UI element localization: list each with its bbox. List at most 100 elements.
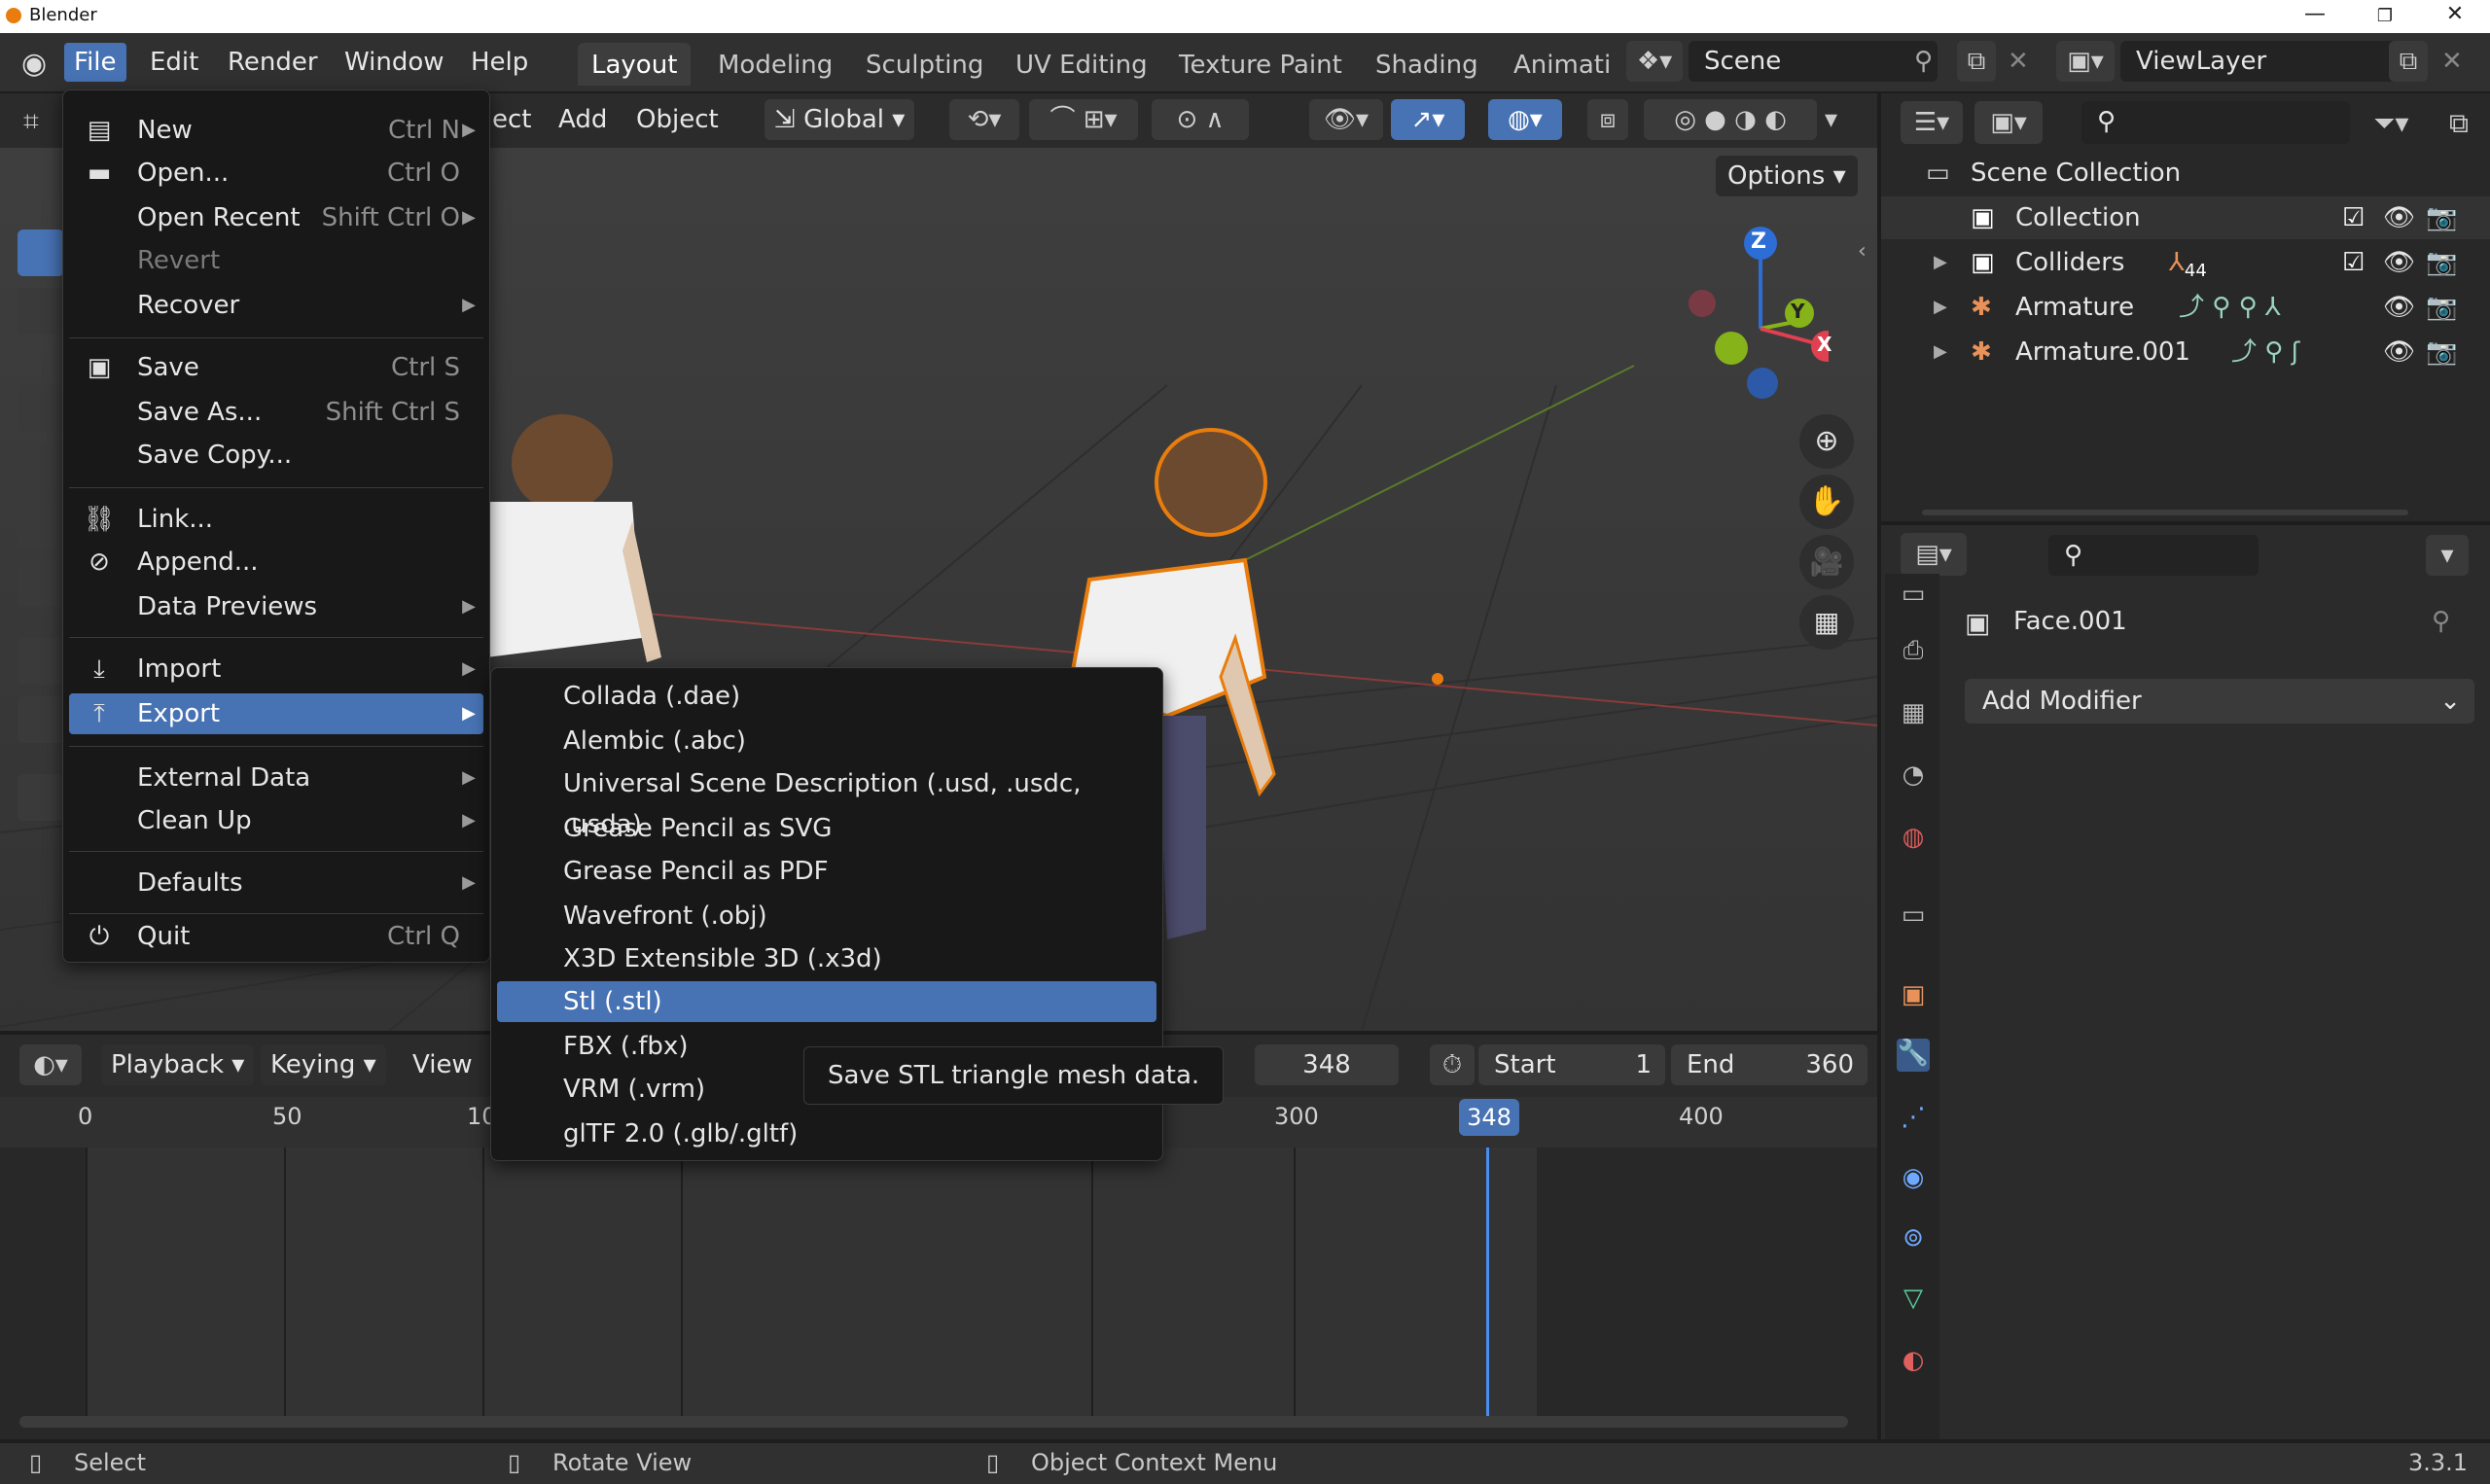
outliner-scene-collection[interactable]: ▭ Scene Collection [1881,152,2490,194]
export-item-stl[interactable]: Stl (.stl) [497,981,1156,1022]
gizmo-toggle-icon[interactable]: ↗▾ [1391,99,1465,140]
render-tab-icon[interactable]: ⎙ [1897,636,1930,669]
display-mode-icon[interactable]: ☰▾ [1901,101,1963,144]
camera-icon[interactable]: 🎥 [1799,535,1854,589]
zoom-icon[interactable]: ⊕ [1799,414,1854,469]
properties-options-icon[interactable]: ▾ [2426,535,2469,576]
export-item-wavefront[interactable]: Wavefront (.obj) [497,896,1156,936]
snap-icon[interactable]: ⌒ ⊞▾ [1029,99,1138,140]
delete-view-layer-icon[interactable]: ✕ [2441,47,2463,76]
menu-file[interactable]: File [64,43,126,82]
menu-item-data-previews[interactable]: Data Previews ▶ [69,586,483,627]
menu-render[interactable]: Render [218,43,328,82]
view-menu[interactable]: View [403,1044,482,1085]
shading-dropdown-icon[interactable]: ▾ [1825,105,1837,134]
viewport-menu-object-partial[interactable]: ect [482,99,542,140]
add-cube-tool[interactable] [18,774,64,821]
particles-tab-icon[interactable]: ⋰ [1897,1103,1930,1136]
export-item-collada[interactable]: Collada (.dae) [497,676,1156,717]
maximize-button[interactable]: ❐ [2366,6,2404,35]
menu-item-save[interactable]: ▣ Save Ctrl S [69,347,483,388]
menu-item-clean-up[interactable]: Clean Up ▶ [69,800,483,841]
checkbox-icon[interactable]: ☑ [2342,241,2365,284]
outliner-scrollbar[interactable] [1922,510,2408,515]
menu-item-save-copy[interactable]: Save Copy... [69,435,483,476]
transform-tool[interactable] [18,560,64,607]
shading-mode-icons[interactable]: ◎ ● ◑ ◐ [1644,99,1817,140]
close-window-button[interactable]: ✕ [2436,2,2474,31]
output-tab-icon[interactable]: ▦ [1897,698,1930,731]
eye-icon[interactable]: 👁 [2383,196,2415,239]
annotate-tool[interactable] [18,638,64,685]
export-item-alembic[interactable]: Alembic (.abc) [497,721,1156,761]
export-item-grease-pencil-svg[interactable]: Grease Pencil as SVG [497,808,1156,849]
scene-tab-icon[interactable]: ◔ [1897,760,1930,794]
sidebar-toggle-icon[interactable]: ‹ [1858,239,1867,264]
menu-item-external-data[interactable]: External Data ▶ [69,758,483,798]
menu-window[interactable]: Window [335,43,454,82]
view-layer-field[interactable]: ViewLayer [2120,41,2399,82]
scene-selector-icon[interactable]: ❖▾ [1626,41,1683,82]
expand-arrow-icon[interactable]: ▶ [1934,241,1947,284]
menu-item-export[interactable]: ⤒ Export ▶ [69,693,483,734]
checkbox-icon[interactable]: ☑ [2342,196,2365,239]
viewport-menu-add[interactable]: Add [549,99,617,140]
grid-perspective-icon[interactable]: ▦ [1799,595,1854,650]
menu-item-save-as[interactable]: Save As... Shift Ctrl S [69,392,483,433]
keying-menu[interactable]: Keying ▾ [261,1044,386,1085]
editor-type-icon[interactable]: ⌗ [23,105,39,138]
scene-name-field[interactable]: Scene [1689,41,1938,82]
modifier-wrench-tab-icon[interactable]: 🔧 [1897,1039,1930,1072]
delete-scene-icon[interactable]: ✕ [2008,47,2029,76]
collection-tab-icon[interactable]: ▭ [1897,901,1930,934]
menu-item-link[interactable]: ⛓ Link... [69,499,483,540]
proportional-edit-icon[interactable]: ⊙ ∧ [1152,99,1249,140]
outliner-row-armature[interactable]: ▶ ✱ Armature ⤴ ⚲ ⚲ ⅄ 👁 📷 [1881,286,2490,329]
current-frame-field[interactable]: 348 [1255,1044,1399,1085]
current-frame-marker[interactable]: 348 [1459,1099,1519,1136]
clock-editor-icon[interactable]: ◐▾ [19,1044,82,1085]
new-collection-icon[interactable]: ⧉ [2449,107,2469,140]
expand-arrow-icon[interactable]: ▶ [1934,331,1947,373]
expand-arrow-icon[interactable]: ▶ [1934,286,1947,329]
minimize-button[interactable]: — [2295,2,2334,31]
menu-help[interactable]: Help [461,43,538,82]
eye-icon[interactable]: 👁 [2383,241,2415,284]
outliner-row-armature-001[interactable]: ▶ ✱ Armature.001 ⤴ ⚲ ʃ 👁 📷 [1881,331,2490,373]
eye-icon[interactable]: 👁 [2383,286,2415,329]
tab-sculpting[interactable]: Sculpting [852,43,997,86]
blender-menu-icon[interactable]: ◉ [21,47,47,81]
xray-icon[interactable]: ⧈ [1587,99,1628,140]
new-scene-icon[interactable]: ⧉ [1957,41,1996,82]
export-item-usd[interactable]: Universal Scene Description (.usd, .usdc… [497,763,1156,839]
properties-search-input[interactable]: ⚲ [2048,535,2259,576]
pin-icon[interactable]: ⚲ [1914,47,1933,76]
menu-item-open-recent[interactable]: Open Recent Shift Ctrl O ▶ [69,197,483,238]
menu-item-append[interactable]: ⊘ Append... [69,542,483,583]
filter-icon[interactable]: ⏷▾ [2373,107,2408,140]
transform-orientation-dropdown[interactable]: ⇲ Global ▾ [765,99,915,140]
tool-tab-icon[interactable]: ▭ [1897,580,1930,613]
rotate-tool[interactable] [18,443,64,490]
outliner-search-input[interactable]: ⚲ [2081,101,2350,144]
timeline-scrollbar[interactable] [19,1416,1848,1428]
physics-tab-icon[interactable]: ◉ [1897,1163,1930,1196]
eye-icon[interactable]: 👁 [2383,331,2415,373]
start-frame-field[interactable]: Start 1 [1478,1044,1665,1085]
menu-item-new[interactable]: ▤ New Ctrl N ▶ [69,110,483,151]
menu-item-open[interactable]: ▬ Open... Ctrl O [69,153,483,194]
hand-pan-icon[interactable]: ✋ [1799,475,1854,529]
options-dropdown[interactable]: Options ▾ [1716,156,1858,196]
filter-view-icon[interactable]: ▣▾ [1974,101,2043,144]
visibility-icon[interactable]: 👁▾ [1309,99,1383,140]
constraints-tab-icon[interactable]: ⊚ [1897,1223,1930,1256]
export-item-x3d[interactable]: X3D Extensible 3D (.x3d) [497,938,1156,979]
scale-tool[interactable] [18,502,64,548]
material-tab-icon[interactable]: ◐ [1897,1346,1930,1379]
add-modifier-dropdown[interactable]: Add Modifier ⌄ [1965,679,2474,724]
world-tab-icon[interactable]: ◍ [1897,823,1930,856]
menu-edit[interactable]: Edit [140,43,208,82]
tab-layout[interactable]: Layout [578,43,692,86]
menu-item-quit[interactable]: ⏻ Quit Ctrl Q [69,917,483,956]
playback-menu[interactable]: Playback ▾ [101,1044,255,1085]
